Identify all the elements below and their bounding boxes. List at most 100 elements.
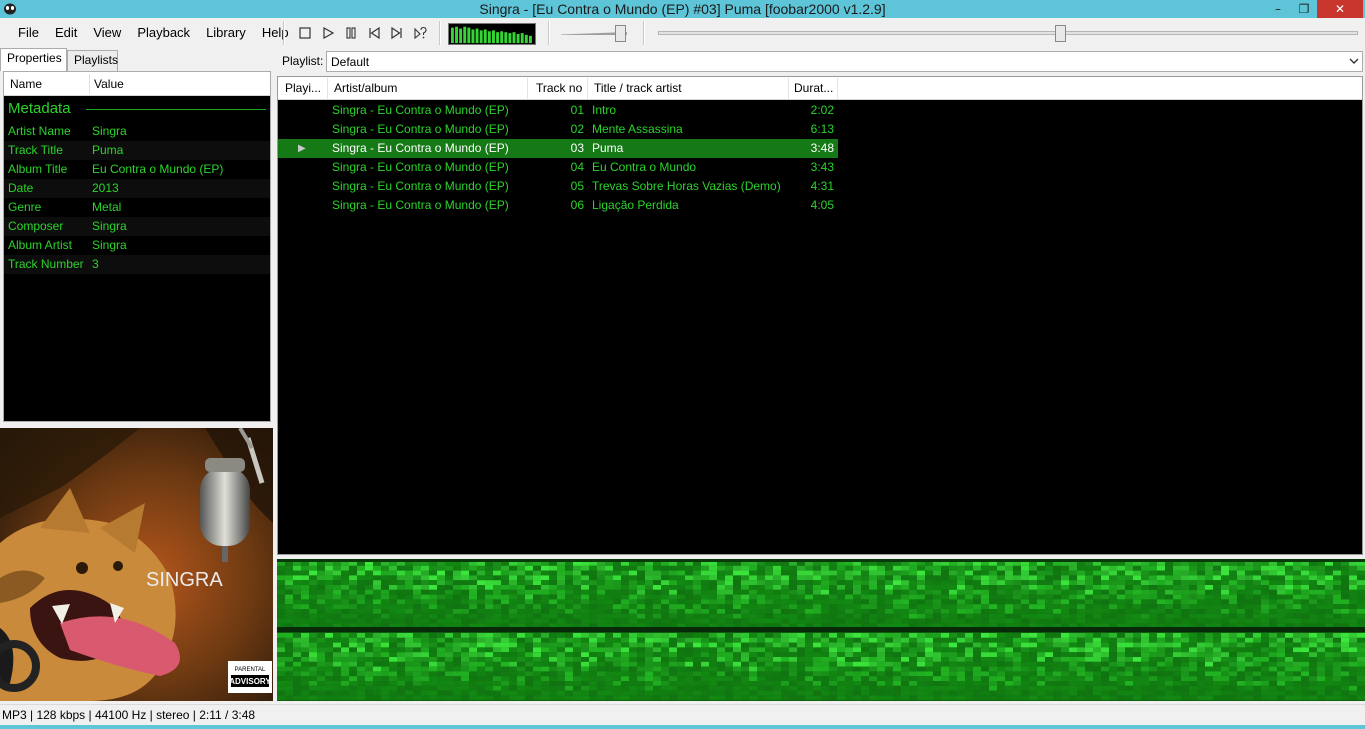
track-row[interactable]: Singra - Eu Contra o Mundo (EP) 02 Mente… xyxy=(278,120,838,139)
track-title: Puma xyxy=(592,141,624,155)
metadata-section-title: Metadata xyxy=(8,100,71,117)
channel-divider xyxy=(277,627,1365,632)
menu-library[interactable]: Library xyxy=(198,25,254,40)
tab-properties[interactable]: Properties xyxy=(0,48,67,71)
track-duration: 3:43 xyxy=(810,160,834,174)
track-number: 01 xyxy=(570,103,584,117)
spectrum-bar xyxy=(524,34,528,44)
section-divider xyxy=(86,109,266,110)
spectrogram-edge xyxy=(277,559,1365,562)
next-icon[interactable] xyxy=(390,26,404,40)
property-value: 3 xyxy=(92,257,99,271)
previous-icon[interactable] xyxy=(367,26,381,40)
spectrum-bar xyxy=(512,32,516,44)
track-artist-album: Singra - Eu Contra o Mundo (EP) xyxy=(332,103,509,117)
spectrum-bar xyxy=(496,32,500,44)
menu-view[interactable]: View xyxy=(85,25,129,40)
track-artist-album: Singra - Eu Contra o Mundo (EP) xyxy=(332,141,509,155)
track-row[interactable]: Singra - Eu Contra o Mundo (EP) 01 Intro… xyxy=(278,101,838,120)
menu-help[interactable]: Help xyxy=(254,25,297,40)
track-number: 03 xyxy=(570,141,584,155)
track-title: Ligação Perdida xyxy=(592,198,679,212)
spectrum-bar xyxy=(492,30,495,44)
spectrum-bar xyxy=(483,29,487,44)
column-divider[interactable] xyxy=(89,74,90,94)
property-row[interactable]: Track Number 3 xyxy=(4,255,270,274)
property-row[interactable]: Composer Singra xyxy=(4,217,270,236)
album-art: SINGRA PARENTAL ADVISORY xyxy=(0,428,273,701)
track-duration: 4:31 xyxy=(810,179,834,193)
property-name: Artist Name xyxy=(8,124,71,138)
track-artist-album: Singra - Eu Contra o Mundo (EP) xyxy=(332,179,509,193)
title-bar: Singra - [Eu Contra o Mundo (EP) #03] Pu… xyxy=(0,0,1365,18)
property-row[interactable]: Track Title Puma xyxy=(4,141,270,160)
column-playing[interactable]: Playi... xyxy=(285,81,325,95)
playlist-view[interactable]: Playi... Artist/album Track no Title / t… xyxy=(277,76,1363,555)
property-value: Singra xyxy=(92,219,127,233)
property-value: 2013 xyxy=(92,181,119,195)
track-artist-album: Singra - Eu Contra o Mundo (EP) xyxy=(332,122,509,136)
band-name-text: SINGRA xyxy=(146,569,223,591)
property-name: Album Artist xyxy=(8,238,73,252)
property-name: Genre xyxy=(8,200,42,214)
column-divider[interactable] xyxy=(587,78,588,99)
track-number: 02 xyxy=(570,122,584,136)
column-name[interactable]: Name xyxy=(10,77,42,91)
column-value[interactable]: Value xyxy=(94,77,124,91)
spectrum-bar xyxy=(487,31,491,44)
column-duration[interactable]: Durat... xyxy=(794,81,836,95)
property-row[interactable]: Genre Metal xyxy=(4,198,270,217)
column-divider[interactable] xyxy=(327,78,328,99)
menu-playback[interactable]: Playback xyxy=(129,25,198,40)
status-text: MP3 | 128 kbps | 44100 Hz | stereo | 2:1… xyxy=(2,708,256,722)
column-divider[interactable] xyxy=(837,78,838,99)
stop-icon[interactable] xyxy=(298,26,312,40)
property-value: Eu Contra o Mundo (EP) xyxy=(92,162,224,176)
property-row[interactable]: Album Title Eu Contra o Mundo (EP) xyxy=(4,160,270,179)
window-title: Singra - [Eu Contra o Mundo (EP) #03] Pu… xyxy=(479,1,886,17)
pause-icon[interactable] xyxy=(344,26,358,40)
menu-file[interactable]: File xyxy=(10,25,47,40)
spectrum-bar xyxy=(450,27,454,44)
random-icon[interactable] xyxy=(413,26,427,40)
column-title[interactable]: Title / track artist xyxy=(594,81,682,95)
track-duration: 3:48 xyxy=(810,141,834,155)
spectrum-bar xyxy=(475,28,479,44)
seekbar-slider[interactable] xyxy=(1055,25,1066,42)
property-row[interactable]: Album Artist Singra xyxy=(4,236,270,255)
track-row[interactable]: Singra - Eu Contra o Mundo (EP) 04 Eu Co… xyxy=(278,158,838,177)
column-track-no[interactable]: Track no xyxy=(536,81,582,95)
track-number: 04 xyxy=(570,160,584,174)
seekbar-track[interactable] xyxy=(658,31,1358,35)
property-row[interactable]: Date 2013 xyxy=(4,179,270,198)
track-duration: 2:02 xyxy=(810,103,834,117)
property-row[interactable]: Artist Name Singra xyxy=(4,122,270,141)
column-divider[interactable] xyxy=(788,78,789,99)
track-artist-album: Singra - Eu Contra o Mundo (EP) xyxy=(332,160,509,174)
tab-playlists[interactable]: Playlists xyxy=(67,50,118,71)
menu-edit[interactable]: Edit xyxy=(47,25,85,40)
track-title: Intro xyxy=(592,103,617,117)
spectrogram-visualizer xyxy=(277,559,1365,701)
parental-advisory-text: ADVISORY xyxy=(229,677,271,686)
maximize-button[interactable]: ❐ xyxy=(1291,0,1317,18)
toolbar-separator xyxy=(643,21,645,45)
track-row[interactable]: Singra - Eu Contra o Mundo (EP) 05 Treva… xyxy=(278,177,838,196)
playlist-dropdown-value: Default xyxy=(331,55,370,69)
minimize-button[interactable]: – xyxy=(1265,0,1291,18)
chevron-down-icon xyxy=(1349,58,1359,64)
track-row[interactable]: Singra - Eu Contra o Mundo (EP) 06 Ligaç… xyxy=(278,196,838,215)
volume-slider[interactable] xyxy=(615,25,626,42)
track-duration: 6:13 xyxy=(810,122,834,136)
track-row-playing[interactable]: ▶ Singra - Eu Contra o Mundo (EP) 03 Pum… xyxy=(278,139,838,158)
column-divider[interactable] xyxy=(527,78,528,99)
property-value: Singra xyxy=(92,238,127,252)
playlist-dropdown[interactable]: Default xyxy=(326,51,1363,72)
column-artist-album[interactable]: Artist/album xyxy=(334,81,397,95)
menu-bar: File Edit View Playback Library Help xyxy=(10,25,297,40)
close-button[interactable]: ✕ xyxy=(1317,0,1363,18)
track-artist-album: Singra - Eu Contra o Mundo (EP) xyxy=(332,198,509,212)
property-name: Album Title xyxy=(8,162,68,176)
spectrum-bar xyxy=(520,33,524,44)
play-icon[interactable] xyxy=(321,26,335,40)
